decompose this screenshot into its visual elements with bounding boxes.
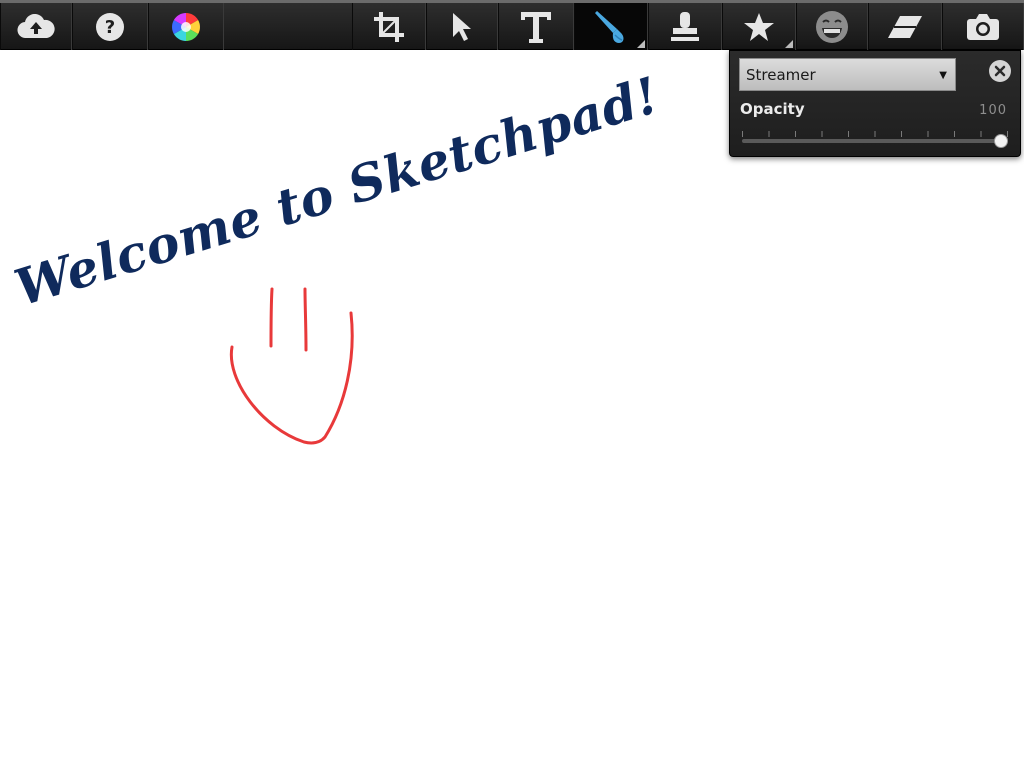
stamp-icon	[671, 11, 699, 41]
toolbar: ?	[0, 0, 1024, 50]
snapshot-button[interactable]	[942, 3, 1024, 50]
crop-icon	[374, 11, 404, 42]
upload-button[interactable]	[0, 3, 72, 50]
brush-options-panel: Streamer ▼ Opacity 100	[729, 50, 1021, 157]
cloud-upload-icon	[17, 13, 55, 38]
brush-icon	[595, 10, 624, 43]
stamp-tool-button[interactable]	[648, 3, 722, 50]
brush-tool-button[interactable]	[574, 3, 648, 50]
question-icon: ?	[96, 12, 124, 41]
grin-icon	[816, 10, 848, 43]
select-tool-button[interactable]	[426, 3, 498, 50]
text-icon	[521, 11, 551, 43]
eraser-icon	[888, 15, 922, 38]
slider-thumb[interactable]	[994, 134, 1008, 148]
svg-text:?: ?	[105, 17, 115, 38]
pointer-icon	[453, 12, 471, 41]
color-wheel-icon	[172, 12, 200, 41]
close-icon	[994, 65, 1006, 77]
opacity-slider[interactable]	[742, 131, 1008, 148]
drawing-canvas[interactable]: Welcome to Sketchpad!	[0, 51, 1024, 768]
help-button[interactable]: ?	[72, 3, 148, 50]
camera-icon	[967, 13, 999, 40]
crop-tool-button[interactable]	[352, 3, 426, 50]
shape-options-indicator	[785, 40, 793, 48]
stroke-left-eye	[269, 287, 274, 348]
opacity-value: 100	[979, 103, 1007, 118]
brush-type-select[interactable]: Streamer ▼	[739, 58, 956, 91]
close-panel-button[interactable]	[989, 60, 1011, 82]
text-tool-button[interactable]	[498, 3, 574, 50]
color-picker-button[interactable]	[148, 3, 224, 50]
shape-tool-button[interactable]	[722, 3, 796, 50]
eraser-tool-button[interactable]	[868, 3, 942, 50]
stroke-right-eye	[303, 287, 308, 352]
slider-ticks	[742, 131, 1008, 137]
brush-type-value: Streamer	[746, 65, 816, 84]
stroke-smile	[229, 311, 354, 445]
opacity-label: Opacity	[740, 100, 805, 118]
emoji-tool-button[interactable]	[796, 3, 868, 50]
star-icon	[744, 12, 774, 41]
dropdown-arrow-icon: ▼	[939, 70, 947, 81]
slider-track[interactable]	[742, 139, 1008, 143]
brush-options-indicator	[637, 40, 645, 48]
